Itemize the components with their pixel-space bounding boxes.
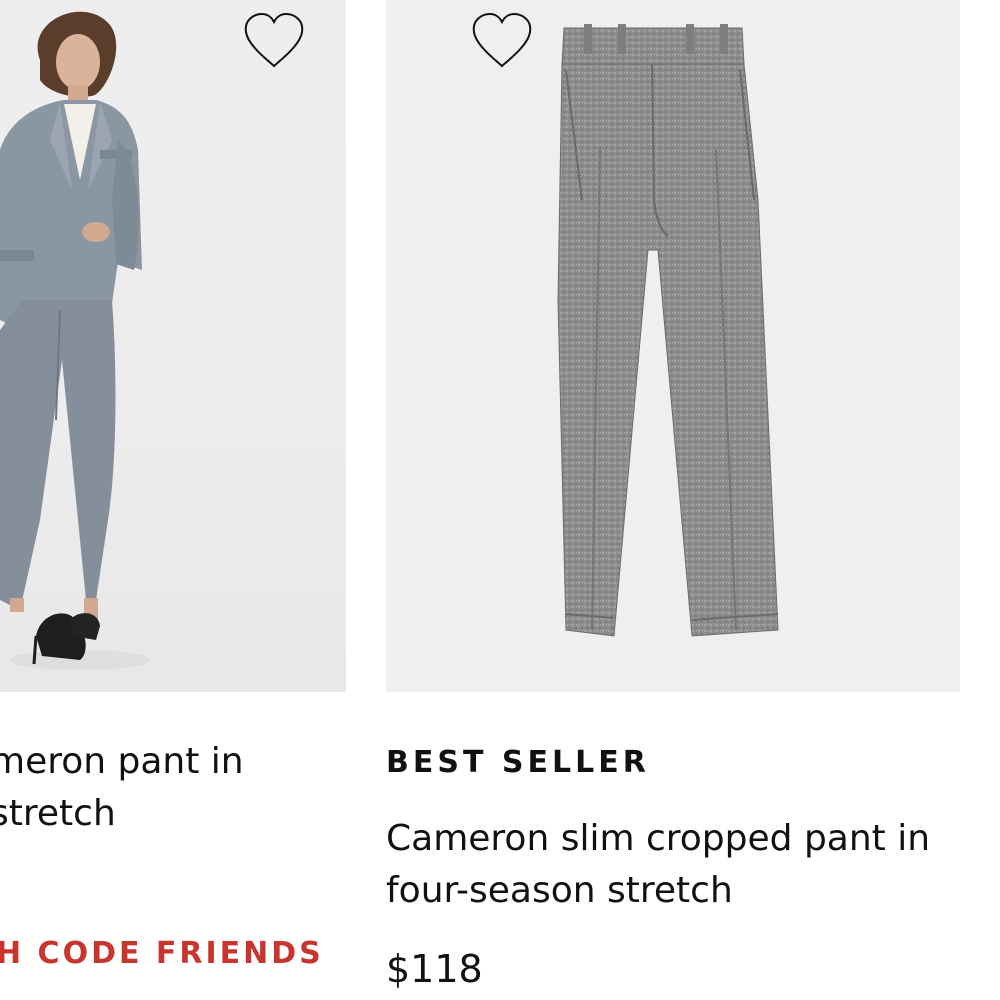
product-title-line: meron pant in bbox=[0, 741, 244, 782]
gray-trousers-photo bbox=[557, 24, 779, 637]
product-price: $118 bbox=[386, 947, 483, 991]
product-title-line: Cameron slim cropped pant in bbox=[386, 818, 931, 859]
product-title-line: stretch bbox=[0, 793, 116, 834]
product-title-line: four-season stretch bbox=[386, 870, 733, 911]
product-title-link[interactable]: Cameron slim cropped pant in four-season… bbox=[386, 813, 930, 917]
product-title-link[interactable]: meron pant in stretch bbox=[0, 736, 346, 846]
product-image-trousers[interactable] bbox=[386, 0, 960, 692]
best-seller-badge: BEST SELLER bbox=[386, 745, 650, 780]
product-grid: meron pant in stretch H CODE FRIENDS BES… bbox=[0, 0, 1000, 1000]
product-image-model[interactable] bbox=[0, 0, 346, 692]
wishlist-button[interactable] bbox=[242, 12, 306, 70]
promo-text: H CODE FRIENDS bbox=[0, 930, 320, 980]
woman-in-gray-suit-photo bbox=[0, 11, 150, 670]
heart-outline-icon bbox=[472, 12, 532, 68]
wishlist-button[interactable] bbox=[470, 12, 534, 70]
heart-outline-icon bbox=[244, 12, 304, 68]
promo-code-label: H CODE FRIENDS bbox=[0, 936, 320, 971]
